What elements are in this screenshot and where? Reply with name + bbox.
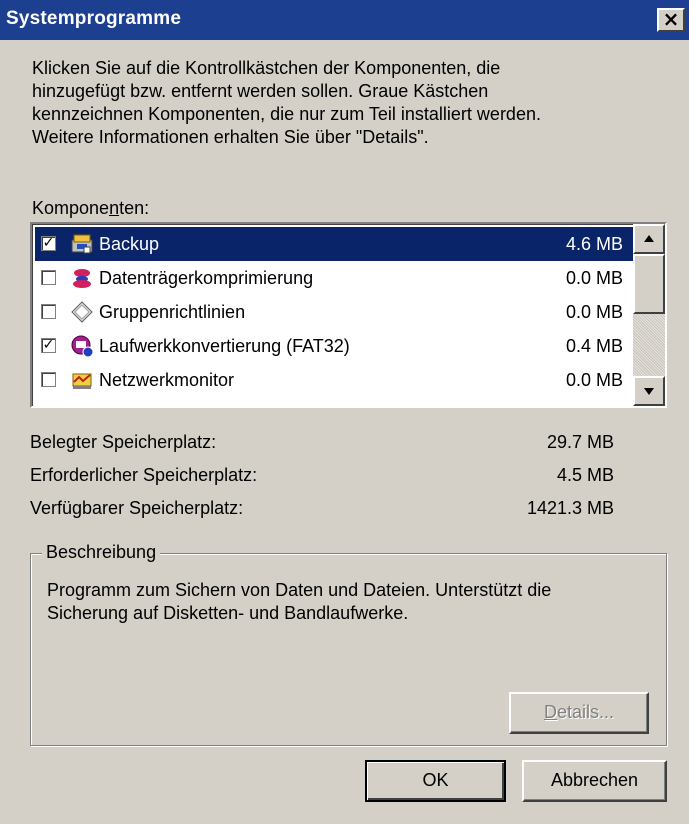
- item-name: Laufwerkkonvertierung (FAT32): [99, 336, 350, 356]
- checkbox-laufwerkkonvertierung[interactable]: ✓: [41, 338, 56, 353]
- arrow-down-icon: [644, 388, 654, 395]
- description-group-label: Beschreibung: [42, 542, 161, 563]
- checkbox-gruppenrichtlinien[interactable]: [41, 304, 56, 319]
- required-space-label: Erforderlicher Speicherplatz:: [30, 465, 258, 485]
- checkmark-icon: ✓: [42, 337, 55, 353]
- list-item-netzwerkmonitor[interactable]: Netzwerkmonitor 0.0 MB: [35, 363, 633, 397]
- network-monitor-icon: [72, 373, 92, 389]
- list-item-datentraegerkomprimierung[interactable]: Datenträgerkomprimierung 0.0 MB: [35, 261, 633, 295]
- title-bar[interactable]: Systemprogramme ×: [0, 0, 689, 40]
- item-name: Datenträgerkomprimierung: [99, 268, 314, 288]
- item-name: Backup: [99, 234, 160, 254]
- intro-line: kennzeichnen Komponenten, die nur zum Te…: [32, 104, 541, 124]
- intro-text: Klicken Sie auf die Kontrollkästchen der…: [32, 57, 652, 149]
- intro-line: Klicken Sie auf die Kontrollkästchen der…: [32, 58, 501, 78]
- scroll-up-button[interactable]: [633, 224, 665, 254]
- dialog-window: Systemprogramme × Klicken Sie auf die Ko…: [0, 0, 689, 824]
- description-line: Sicherung auf Disketten- und Bandlaufwer…: [47, 603, 409, 623]
- drive-converter-icon: [71, 335, 94, 358]
- details-button[interactable]: Details...: [509, 692, 649, 734]
- vertical-scrollbar[interactable]: [633, 224, 665, 406]
- compression-icon: [73, 269, 91, 288]
- close-button[interactable]: ×: [657, 8, 685, 32]
- list-item-laufwerkkonvertierung[interactable]: ✓ Laufwerkkonvertierung (FAT32) 0.4 MB: [35, 329, 633, 363]
- scroll-down-button[interactable]: [633, 376, 665, 406]
- checkbox-netzwerkmonitor[interactable]: [41, 372, 56, 387]
- item-size: 0.0 MB: [565, 302, 623, 322]
- required-space-value: 4.5 MB: [556, 465, 614, 485]
- item-size: 0.4 MB: [565, 336, 623, 356]
- item-size: 4.6 MB: [565, 234, 623, 254]
- item-size: 0.0 MB: [565, 370, 623, 390]
- details-accel: D: [543, 702, 557, 722]
- list-item-gruppenrichtlinien[interactable]: Gruppenrichtlinien 0.0 MB: [35, 295, 633, 329]
- checkbox-backup[interactable]: ✓: [41, 236, 56, 251]
- components-label-post: ten:: [119, 198, 150, 218]
- intro-line: Weitere Informationen erhalten Sie über …: [32, 127, 429, 147]
- backup-icon: [71, 234, 93, 254]
- ok-button[interactable]: OK: [365, 760, 506, 802]
- scroll-thumb[interactable]: [633, 254, 665, 314]
- description-line: Programm zum Sichern von Daten und Datei…: [47, 580, 552, 600]
- components-label-pre: Kompone: [32, 198, 110, 218]
- list-item-backup[interactable]: ✓ Backup 4.6 MB: [35, 227, 633, 261]
- available-space-label: Verfügbarer Speicherplatz:: [30, 498, 244, 518]
- used-space-label: Belegter Speicherplatz:: [30, 432, 217, 452]
- components-label-accel: n: [109, 198, 120, 218]
- components-list[interactable]: ✓ Backup 4.6 MB Datenträgerkomprimierung…: [30, 222, 667, 408]
- item-name: Gruppenrichtlinien: [99, 302, 246, 322]
- group-policy-icon: [71, 301, 93, 323]
- used-space-value: 29.7 MB: [546, 432, 614, 452]
- available-space-value: 1421.3 MB: [526, 498, 614, 518]
- intro-line: hinzugefügt bzw. entfernt werden sollen.…: [32, 81, 489, 101]
- checkbox-datentraegerkomprimierung[interactable]: [41, 270, 56, 285]
- checkmark-icon: ✓: [42, 235, 55, 251]
- details-label: etails...: [556, 702, 615, 722]
- window-title: Systemprogramme: [6, 8, 182, 29]
- arrow-up-icon: [644, 235, 654, 242]
- description-text: Programm zum Sichern von Daten und Datei…: [47, 579, 657, 625]
- item-name: Netzwerkmonitor: [99, 370, 235, 390]
- item-size: 0.0 MB: [565, 268, 623, 288]
- components-label: Komponenten:: [32, 198, 149, 219]
- cancel-button[interactable]: Abbrechen: [522, 760, 667, 802]
- close-icon: ×: [662, 7, 680, 31]
